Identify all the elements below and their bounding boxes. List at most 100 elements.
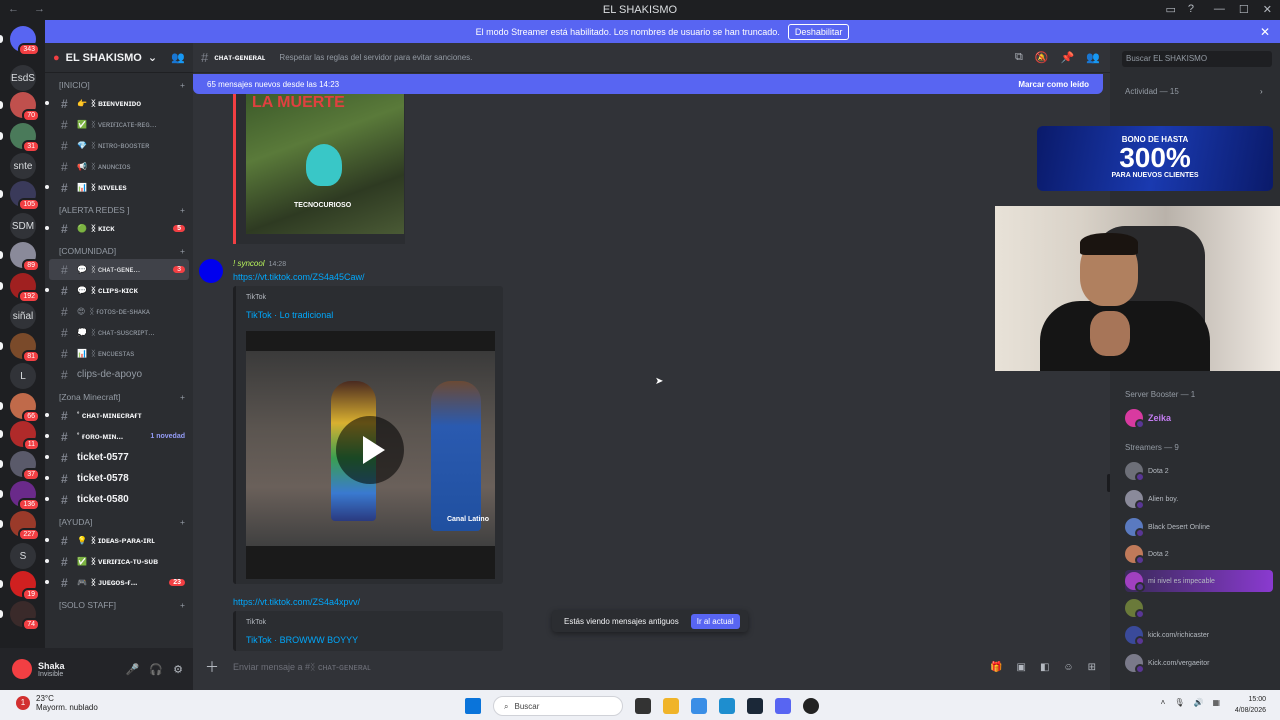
channel-item[interactable]: # ticket-0578 [45,468,189,489]
channel-item[interactable]: # ˚ ᴄʜᴀᴛ-ᴍɪɴᴇᴄʀᴀғᴛ [45,405,189,426]
server-icon-0[interactable]: 343 [0,26,40,56]
channel-item[interactable]: # ✅ ᛝ ᴠᴇʀɪғɪᴄᴀᴛᴇ-ʀᴇɢ... [49,114,189,135]
tiktok-link-2[interactable]: https://vt.tiktok.com/ZS4a4xpvv/ [233,597,360,607]
previous-embed-thumbnail[interactable]: LA MUERTE TECNOCURIOSO [246,94,404,234]
channel-item[interactable]: # clips-de-apoyo [49,364,189,385]
server-icon-18[interactable]: 19 [0,571,40,601]
discord-icon[interactable] [775,698,791,714]
task-view-icon[interactable] [635,698,651,714]
category-header[interactable]: [COMUNIDAD] + [45,243,193,259]
play-icon[interactable] [336,416,404,484]
category-header[interactable]: [AYUDA] + [45,514,193,530]
settings-gear-icon[interactable]: ⚙ [173,663,183,676]
apps-icon[interactable]: ⊞ [1088,662,1096,673]
help-icon[interactable]: ? [1188,3,1194,16]
jump-to-present-button[interactable]: Ir al actual [690,613,740,629]
mark-read-button[interactable]: Marcar como leído [1018,80,1089,89]
close-banner-icon[interactable]: ✕ [1260,25,1270,39]
activity-header[interactable]: Actividad — 15 › [1125,87,1263,96]
message-input[interactable]: Enviar mensaje a #ᛝ ᴄʜᴀᴛ-ɢᴇɴᴇʀᴀʟ [233,662,371,672]
add-channel-icon[interactable]: + [180,600,185,610]
embed-title[interactable]: TikTok · BROWWW BOYYY [246,635,358,645]
server-icon-16[interactable]: 227 [0,511,40,541]
category-header[interactable]: [SOLO STAFF] + [45,597,193,613]
nav-arrows[interactable]: ← → [8,3,51,15]
server-icon-8[interactable]: 192 [0,273,40,303]
maximize-icon[interactable]: ☐ [1239,3,1249,16]
sticker-icon[interactable]: ◧ [1040,662,1049,673]
server-icon-3[interactable]: 31 [0,123,40,153]
server-icon-7[interactable]: 89 [0,242,40,272]
member-row[interactable]: Black Desert Online [1125,516,1210,538]
channel-item[interactable]: # 💬 ᛝ ᴄʜᴀᴛ-ɢᴇɴᴇ... 3 [49,259,189,280]
channel-item[interactable]: # 😍 ᛝ ғᴏᴛᴏs-ᴅᴇ-sʜᴀᴋᴀ [49,301,189,322]
channel-item[interactable]: # 📊 ᛝ ᴇɴᴄᴜᴇsᴛᴀs [49,343,189,364]
gif-icon[interactable]: ▣ [1016,662,1025,673]
add-channel-icon[interactable]: + [180,517,185,527]
category-header[interactable]: [ALERTA REDES ] + [45,202,193,218]
server-icon-10[interactable]: 81 [0,333,40,363]
server-icon-12[interactable]: 66 [0,393,40,423]
video-thumbnail[interactable]: Canal Latino [246,331,495,579]
add-channel-icon[interactable]: + [180,80,185,90]
message-author[interactable]: ! syncool 14:28 [233,259,286,268]
network-icon[interactable]: ▦ [1212,698,1220,707]
channel-item[interactable]: # ✅ ᛝ ᴠᴇʀɪғɪᴄᴀ-ᴛᴜ-sᴜʙ [45,551,189,572]
channel-item[interactable]: # 👉 ᛝ ʙɪᴇɴᴠᴇɴɪᴅᴏ [45,93,189,114]
server-header[interactable]: ● EL SHAKISMO ⌄ 👥 [45,43,193,73]
channel-item[interactable]: # 🎮 ᛝ ᴊᴜᴇɢᴏs-ғ... 23 [45,572,189,593]
member-row[interactable]: Alien boy. [1125,488,1178,510]
channel-item[interactable]: # ticket-0580 [45,489,189,510]
server-search-input[interactable]: Buscar EL SHAKISMO [1122,51,1272,67]
pin-icon[interactable]: 📌 [1061,51,1075,64]
file-explorer-icon[interactable] [663,698,679,714]
window-controls[interactable]: — ☐ ✕ [1214,3,1272,16]
server-icon-19[interactable]: 74 [0,601,40,631]
channel-item[interactable]: # 💎 ᛝ ɴɪᴛʀᴏ-ʙᴏᴏsᴛᴇʀ [49,135,189,156]
windows-start-icon[interactable] [465,698,481,714]
server-icon-6[interactable]: SDM [10,213,36,239]
edge-icon[interactable] [719,698,735,714]
clock[interactable]: 15:00 4/08/2026 [1235,694,1266,716]
server-icon-1[interactable]: EsdS [10,65,36,91]
server-icon-4[interactable]: snte [10,153,36,179]
add-channel-icon[interactable]: + [180,205,185,215]
channel-item[interactable]: # 📢 ᛝ ᴀɴᴜɴᴄɪᴏs [49,156,189,177]
channel-item[interactable]: # ticket-0577 [45,447,189,468]
headphones-icon[interactable]: 🎧 [149,663,163,676]
copilot-icon[interactable] [691,698,707,714]
channel-item[interactable]: # ˚ ғᴏʀᴏ-ᴍɪɴ... 1 novedad [45,426,189,447]
member-row[interactable]: Kick.com/vergaeitor [1125,652,1209,674]
avatar[interactable] [199,259,223,283]
chevron-right-icon[interactable]: › [1260,87,1263,96]
category-header[interactable]: [Zona Minecraft] + [45,389,193,405]
category-header[interactable]: [INICIO] + [45,77,193,93]
close-window-icon[interactable]: ✕ [1263,3,1272,16]
member-row[interactable]: Dota 2 [1125,460,1169,482]
member-row[interactable] [1125,597,1148,619]
member-row[interactable]: Zeika [1125,407,1171,429]
weather-widget[interactable]: 1 23°C Mayorm. nublado [16,694,98,712]
minimize-icon[interactable]: — [1214,3,1225,16]
member-row[interactable]: Dota 2 [1125,543,1169,565]
server-icon-17[interactable]: S [10,543,36,569]
add-member-icon[interactable]: 👥 [171,51,185,64]
new-messages-bar[interactable]: 65 mensajes nuevos desde las 14:23 Marca… [193,74,1103,94]
server-icon-13[interactable]: 11 [0,421,40,451]
notifications-muted-icon[interactable]: 🔕 [1035,51,1049,64]
titlebar-icons[interactable]: ▭? [1165,3,1194,16]
server-icon-14[interactable]: 37 [0,451,40,481]
tray-chevron-icon[interactable]: ˄ [1161,698,1166,707]
member-row[interactable]: mi nivel es impecable [1125,570,1273,592]
emoji-icon[interactable]: ☺ [1063,662,1073,673]
disable-streamer-button[interactable]: Deshabilitar [787,23,850,40]
obs-icon[interactable] [803,698,819,714]
channel-item[interactable]: # 💡 ᛝ ɪᴅᴇᴀs-ᴘᴀʀᴀ-ɪʀʟ [45,530,189,551]
server-icon-9[interactable]: siñal [10,303,36,329]
taskbar-search[interactable]: ⌕ Buscar [493,696,623,716]
channel-item[interactable]: # 💭 ᛝ ᴄʜᴀᴛ-sᴜsᴄʀɪᴘᴛ... [49,322,189,343]
tray-mic-icon[interactable]: 🎙 [1174,698,1184,707]
member-list-icon[interactable]: 👥 [1086,51,1100,64]
avatar[interactable] [12,659,32,679]
server-icon-2[interactable]: 70 [0,92,40,122]
